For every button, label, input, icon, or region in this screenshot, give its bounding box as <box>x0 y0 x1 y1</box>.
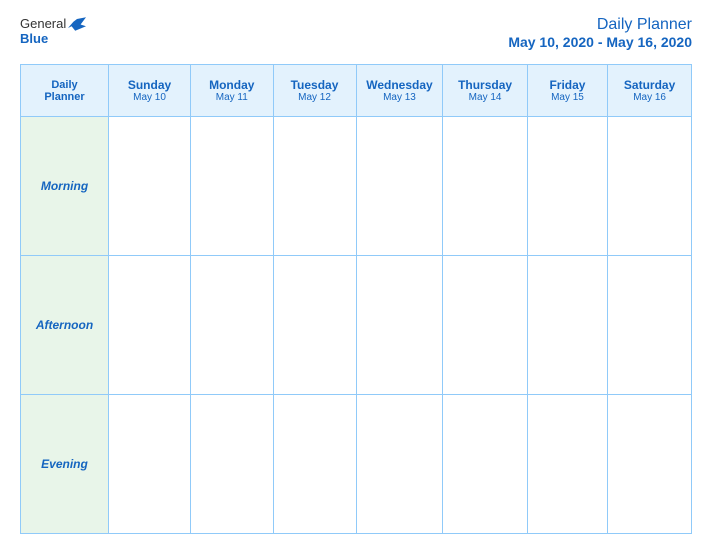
sunday-name: Sunday <box>113 78 186 92</box>
afternoon-label: Afternoon <box>21 256 109 395</box>
header-row: Daily Planner Sunday May 10 Monday May 1… <box>21 65 692 117</box>
wednesday-name: Wednesday <box>361 78 439 92</box>
logo-area: General Blue <box>20 16 86 46</box>
evening-monday-cell[interactable] <box>191 395 273 534</box>
afternoon-thursday-cell[interactable] <box>443 256 527 395</box>
corner-planner: Planner <box>25 91 104 103</box>
morning-row: Morning <box>21 117 692 256</box>
friday-date: May 15 <box>532 92 604 103</box>
saturday-name: Saturday <box>612 78 687 92</box>
evening-tuesday-cell[interactable] <box>273 395 356 534</box>
calendar-table: Daily Planner Sunday May 10 Monday May 1… <box>20 64 692 534</box>
corner-daily: Daily <box>25 79 104 91</box>
morning-tuesday-cell[interactable] <box>273 117 356 256</box>
logo-bird-icon <box>68 17 86 31</box>
afternoon-friday-cell[interactable] <box>527 256 608 395</box>
header: General Blue Daily Planner May 10, 2020 … <box>20 16 692 52</box>
afternoon-monday-cell[interactable] <box>191 256 273 395</box>
evening-friday-cell[interactable] <box>527 395 608 534</box>
header-friday: Friday May 15 <box>527 65 608 117</box>
morning-friday-cell[interactable] <box>527 117 608 256</box>
evening-saturday-cell[interactable] <box>608 395 692 534</box>
corner-cell: Daily Planner <box>21 65 109 117</box>
page: General Blue Daily Planner May 10, 2020 … <box>0 0 712 550</box>
morning-wednesday-cell[interactable] <box>356 117 443 256</box>
afternoon-wednesday-cell[interactable] <box>356 256 443 395</box>
title-main: Daily Planner <box>597 16 692 33</box>
morning-saturday-cell[interactable] <box>608 117 692 256</box>
evening-thursday-cell[interactable] <box>443 395 527 534</box>
title-dates: May 10, 2020 - May 16, 2020 <box>508 34 692 50</box>
morning-sunday-cell[interactable] <box>109 117 191 256</box>
header-monday: Monday May 11 <box>191 65 273 117</box>
header-saturday: Saturday May 16 <box>608 65 692 117</box>
afternoon-saturday-cell[interactable] <box>608 256 692 395</box>
logo-text: General <box>20 16 86 31</box>
monday-name: Monday <box>195 78 268 92</box>
evening-row: Evening <box>21 395 692 534</box>
header-wednesday: Wednesday May 13 <box>356 65 443 117</box>
friday-name: Friday <box>532 78 604 92</box>
logo-blue-text: Blue <box>20 31 48 46</box>
thursday-date: May 14 <box>447 92 522 103</box>
evening-wednesday-cell[interactable] <box>356 395 443 534</box>
afternoon-tuesday-cell[interactable] <box>273 256 356 395</box>
wednesday-date: May 13 <box>361 92 439 103</box>
sunday-date: May 10 <box>113 92 186 103</box>
thursday-name: Thursday <box>447 78 522 92</box>
logo-general-text: General <box>20 16 66 31</box>
evening-label: Evening <box>21 395 109 534</box>
header-tuesday: Tuesday May 12 <box>273 65 356 117</box>
tuesday-date: May 12 <box>278 92 352 103</box>
saturday-date: May 16 <box>612 92 687 103</box>
morning-monday-cell[interactable] <box>191 117 273 256</box>
morning-label: Morning <box>21 117 109 256</box>
morning-thursday-cell[interactable] <box>443 117 527 256</box>
header-sunday: Sunday May 10 <box>109 65 191 117</box>
monday-date: May 11 <box>195 92 268 103</box>
afternoon-sunday-cell[interactable] <box>109 256 191 395</box>
header-thursday: Thursday May 14 <box>443 65 527 117</box>
evening-sunday-cell[interactable] <box>109 395 191 534</box>
afternoon-row: Afternoon <box>21 256 692 395</box>
title-area: Daily Planner May 10, 2020 - May 16, 202… <box>508 16 692 52</box>
tuesday-name: Tuesday <box>278 78 352 92</box>
